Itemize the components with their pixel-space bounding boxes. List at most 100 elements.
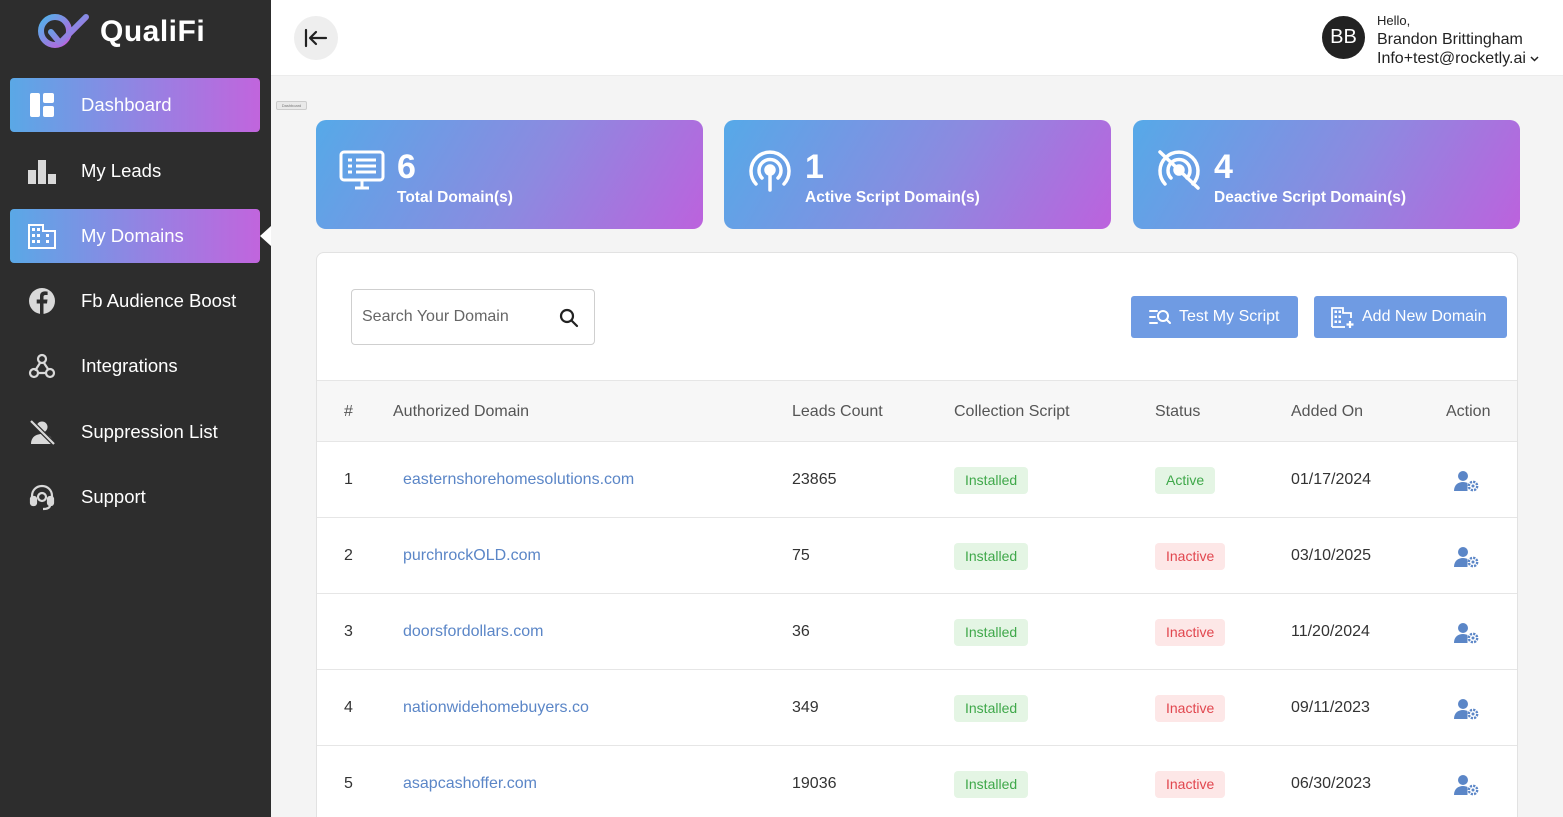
column-header-domain[interactable]: Authorized Domain [393, 403, 529, 421]
column-header-added-on[interactable]: Added On [1291, 403, 1363, 421]
status-badge: Inactive [1155, 543, 1226, 570]
domain-link[interactable]: asapcashoffer.com [403, 775, 537, 793]
top-header: BB Hello, Brandon Brittingham Info+test@… [271, 0, 1563, 76]
active-indicator [260, 226, 271, 246]
row-number: 2 [344, 547, 353, 564]
row-number: 3 [344, 623, 353, 640]
leads-count: 349 [792, 699, 819, 716]
add-new-domain-button[interactable]: Add New Domain [1314, 296, 1507, 338]
stat-value: 1 [805, 148, 824, 186]
search-input[interactable] [362, 290, 552, 344]
brand-name: QualiFi [100, 15, 206, 48]
table-row: 5 asapcashoffer.com 19036 Installed Inac… [317, 746, 1517, 817]
sidebar-item-integrations[interactable]: Integrations [10, 339, 260, 393]
table-row: 2 purchrockOLD.com 75 Installed Inactive… [317, 518, 1517, 594]
stat-value: 6 [397, 148, 416, 186]
chevron-down-icon [1530, 55, 1539, 62]
stat-card-deactive-script: 4 Deactive Script Domain(s) [1133, 120, 1520, 229]
script-badge: Installed [954, 543, 1029, 570]
monitor-list-icon [339, 150, 385, 190]
user-email-row: Info+test@rocketly.ai [1377, 49, 1539, 68]
added-on: 11/20/2024 [1291, 623, 1370, 640]
added-on: 06/30/2023 [1291, 775, 1372, 792]
domains-panel: Test My Script Add New Domain # Authoriz… [316, 252, 1518, 817]
stat-label: Deactive Script Domain(s) [1214, 189, 1407, 206]
tooltip: Dashboard [276, 101, 307, 110]
domain-link[interactable]: nationwidehomebuyers.co [403, 699, 589, 717]
status-badge: Active [1155, 467, 1216, 494]
user-settings-icon[interactable] [1454, 773, 1480, 797]
user-settings-icon[interactable] [1454, 469, 1480, 493]
row-number: 5 [344, 775, 353, 792]
button-label: Test My Script [1179, 308, 1280, 325]
button-label: Add New Domain [1362, 308, 1487, 325]
column-header-number: # [344, 403, 353, 420]
user-name: Brandon Brittingham [1377, 31, 1523, 48]
collapse-sidebar-button[interactable] [294, 16, 338, 60]
column-header-action: Action [1446, 403, 1491, 420]
person-off-icon [28, 418, 56, 446]
sidebar-item-label: Fb Audience Boost [81, 290, 237, 311]
user-email: Info+test@rocketly.ai [1377, 50, 1526, 67]
logo[interactable]: QualiFi [36, 12, 205, 52]
added-on: 09/11/2023 [1291, 699, 1370, 716]
script-badge: Installed [954, 771, 1029, 798]
app: QualiFi Dashboard My Leads My Domains Fb [0, 0, 1563, 817]
sidebar-item-support[interactable]: Support [10, 470, 260, 524]
qualifi-logo-icon [38, 14, 89, 48]
sidebar-item-label: My Domains [81, 225, 184, 246]
table-row: 3 doorsfordollars.com 36 Installed Inact… [317, 594, 1517, 670]
added-on: 01/17/2024 [1291, 471, 1372, 488]
user-menu[interactable]: Hello, Brandon Brittingham Info+test@roc… [1377, 11, 1539, 68]
sidebar-item-label: My Leads [81, 160, 162, 181]
domain-link[interactable]: purchrockOLD.com [403, 547, 541, 565]
added-on: 03/10/2025 [1291, 547, 1372, 564]
column-header-leads-count[interactable]: Leads Count [792, 403, 883, 421]
bar-chart-icon [28, 157, 56, 185]
sidebar-item-fb-audience-boost[interactable]: Fb Audience Boost [10, 274, 260, 328]
search-icon[interactable] [558, 307, 580, 329]
table-row: 4 nationwidehomebuyers.co 349 Installed … [317, 670, 1517, 746]
collapse-left-icon [304, 28, 328, 48]
user-settings-icon[interactable] [1454, 545, 1480, 569]
user-settings-icon[interactable] [1454, 621, 1480, 645]
sidebar-item-my-leads[interactable]: My Leads [10, 144, 260, 198]
leads-count: 23865 [792, 471, 837, 488]
status-badge: Inactive [1155, 695, 1226, 722]
status-badge: Inactive [1155, 619, 1226, 646]
status-badge: Inactive [1155, 771, 1226, 798]
facebook-icon [28, 287, 56, 315]
column-header-collection-script[interactable]: Collection Script [954, 403, 1070, 421]
sidebar-item-label: Dashboard [81, 94, 172, 115]
sidebar-item-label: Support [81, 486, 146, 507]
column-header-status[interactable]: Status [1155, 403, 1200, 421]
sidebar-item-label: Suppression List [81, 421, 218, 442]
building-icon [28, 222, 56, 250]
script-badge: Installed [954, 467, 1029, 494]
broadcast-icon [749, 150, 791, 192]
row-number: 4 [344, 699, 353, 716]
sidebar-item-my-domains[interactable]: My Domains [10, 209, 260, 263]
stat-label: Total Domain(s) [397, 189, 513, 206]
script-badge: Installed [954, 619, 1029, 646]
test-my-script-button[interactable]: Test My Script [1131, 296, 1298, 338]
headset-icon [28, 483, 56, 511]
avatar[interactable]: BB [1322, 16, 1365, 59]
sidebar-item-suppression-list[interactable]: Suppression List [10, 405, 260, 459]
user-settings-icon[interactable] [1454, 697, 1480, 721]
script-badge: Installed [954, 695, 1029, 722]
stat-value: 4 [1214, 148, 1233, 186]
row-number: 1 [344, 471, 353, 488]
add-building-icon [1331, 307, 1354, 328]
sidebar: QualiFi Dashboard My Leads My Domains Fb [0, 0, 271, 817]
sidebar-item-dashboard[interactable]: Dashboard [10, 78, 260, 132]
domain-link[interactable]: easternshorehomesolutions.com [403, 471, 634, 489]
search-box[interactable] [351, 289, 595, 345]
dashboard-icon [28, 91, 56, 119]
leads-count: 75 [792, 547, 810, 564]
sidebar-item-label: Integrations [81, 355, 178, 376]
webhook-icon [28, 352, 56, 380]
greeting: Hello, [1377, 13, 1411, 28]
domain-link[interactable]: doorsfordollars.com [403, 623, 544, 641]
stat-card-active-script: 1 Active Script Domain(s) [724, 120, 1111, 229]
